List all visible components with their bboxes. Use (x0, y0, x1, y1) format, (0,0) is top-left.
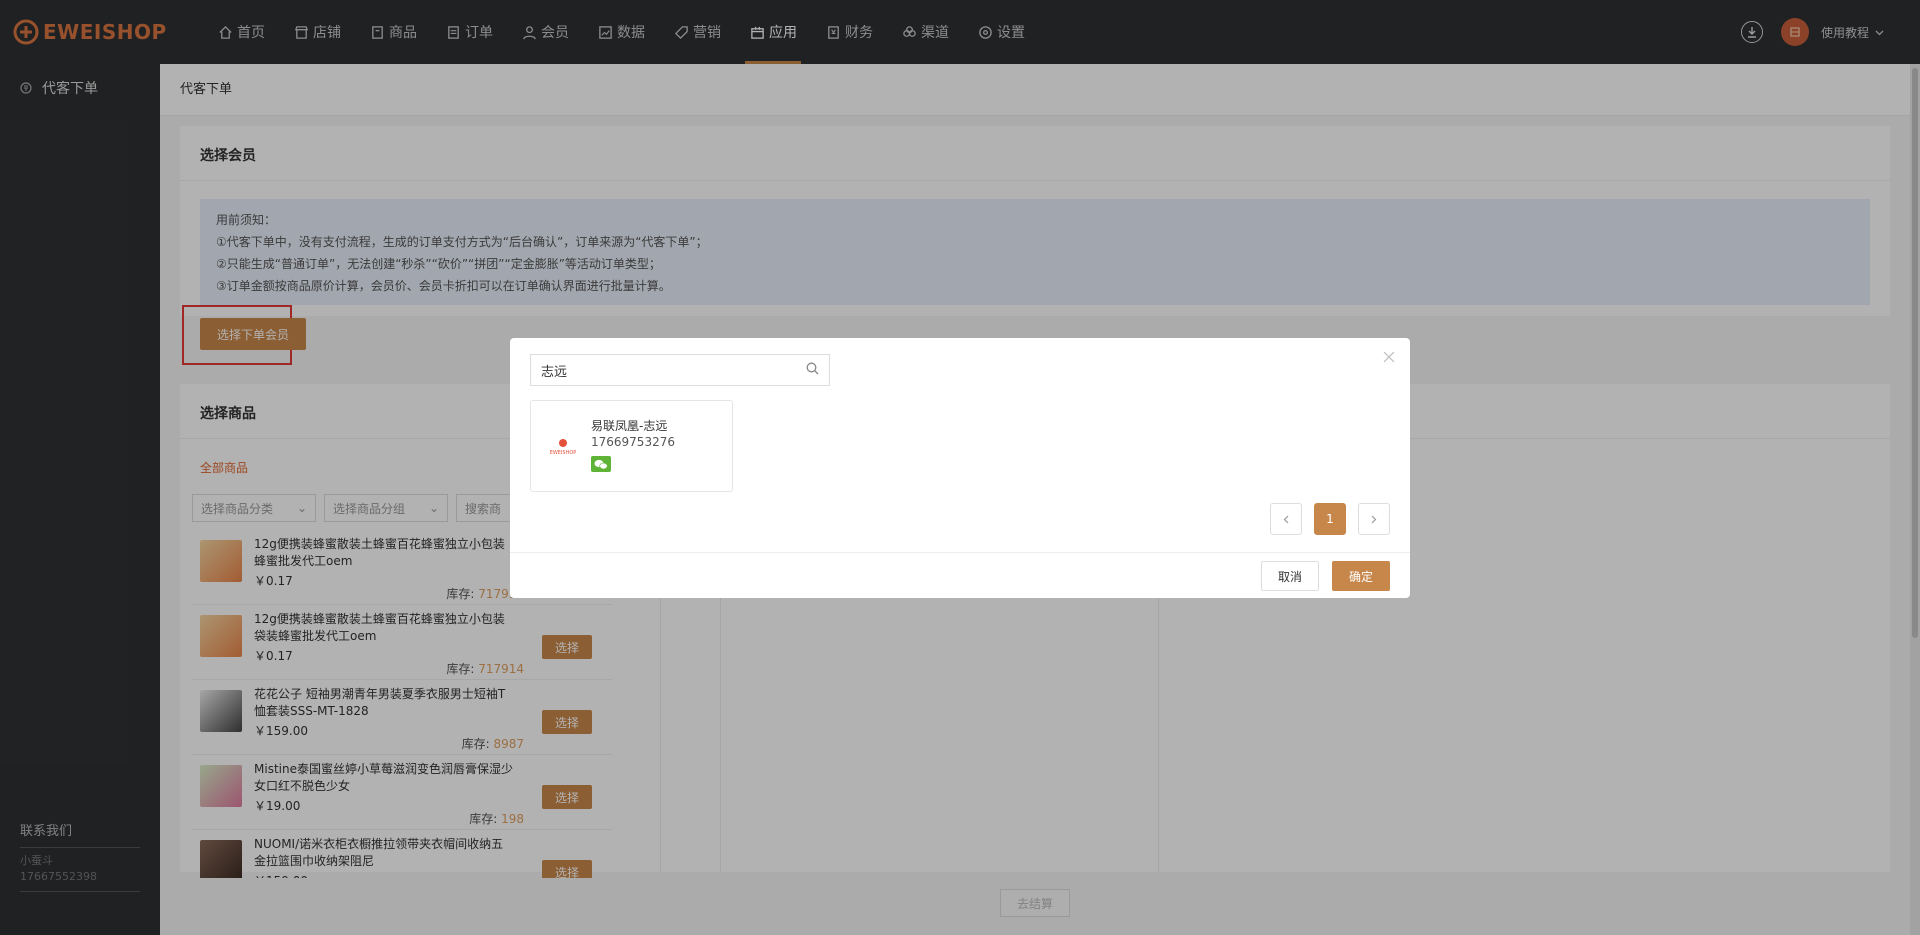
next-page-button[interactable] (1358, 503, 1390, 535)
cancel-button[interactable]: 取消 (1261, 561, 1319, 591)
confirm-button[interactable]: 确定 (1332, 561, 1390, 591)
member-search-input[interactable]: 志远 (530, 354, 830, 386)
modal-footer: 取消 确定 (510, 552, 1410, 598)
close-icon[interactable] (1382, 350, 1396, 364)
member-avatar: EWEISHOP (543, 427, 583, 467)
svg-text:EWEISHOP: EWEISHOP (550, 450, 577, 456)
pagination: 1 (1258, 503, 1390, 535)
member-phone: 17669753276 (591, 435, 675, 449)
page-number-button[interactable]: 1 (1314, 503, 1346, 535)
member-name: 易联凤凰-志远 (591, 419, 668, 433)
select-member-modal: 志远 EWEISHOP 易联凤凰-志远 17669753276 1 取消 确定 (510, 338, 1410, 598)
wechat-icon (591, 456, 611, 472)
member-card[interactable]: EWEISHOP 易联凤凰-志远 17669753276 (530, 400, 733, 492)
search-icon[interactable] (806, 362, 819, 379)
prev-page-button[interactable] (1270, 503, 1302, 535)
